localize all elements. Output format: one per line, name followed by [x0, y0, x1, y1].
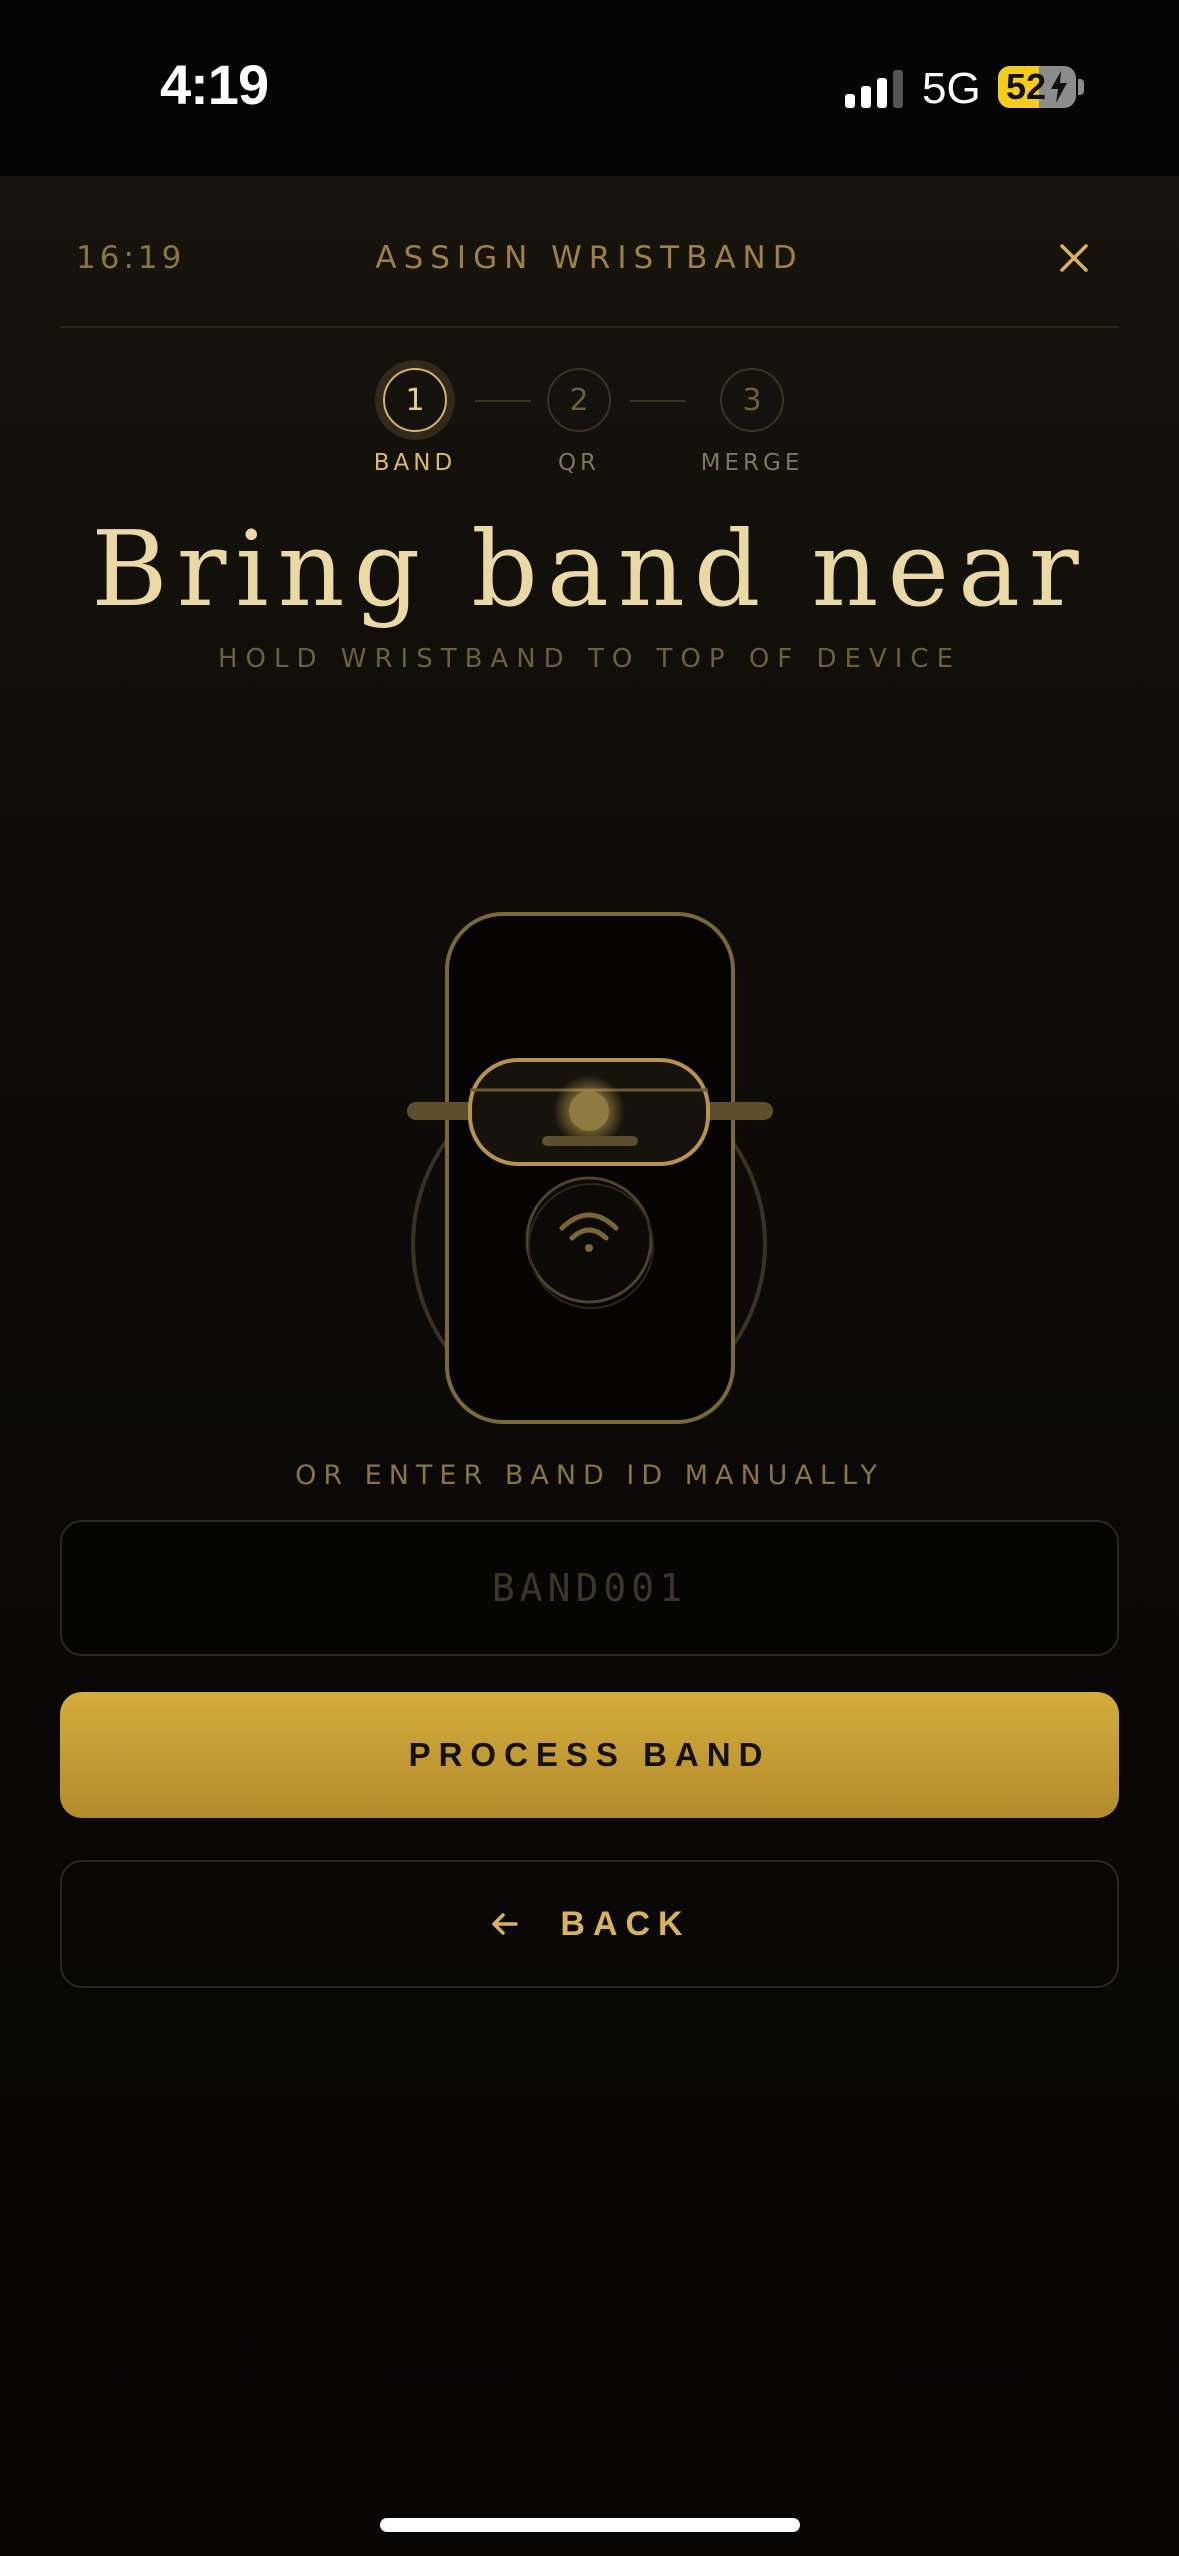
headline: Bring band near	[91, 508, 1088, 630]
arrow-left-icon	[492, 1913, 519, 1935]
battery-icon: 52	[998, 66, 1076, 108]
page-title: ASSIGN WRISTBAND	[375, 240, 804, 276]
back-label: BACK	[560, 1904, 691, 1943]
header-divider	[60, 326, 1119, 328]
manual-entry-label: OR ENTER BAND ID MANUALLY	[295, 1460, 884, 1491]
step-1-label: BAND	[373, 450, 457, 476]
band-id-input[interactable]	[60, 1520, 1119, 1656]
charging-bolt-icon	[1051, 71, 1067, 103]
step-connector	[475, 400, 531, 402]
step-3-label: MERGE	[700, 450, 804, 476]
close-icon[interactable]	[1052, 236, 1096, 280]
battery-tip	[1078, 79, 1084, 95]
assign-wristband-screen: 16:19 ASSIGN WRISTBAND 1 2 3 BAND QR MER…	[0, 176, 1179, 2556]
battery-percent: 52	[1006, 66, 1047, 107]
status-bar: 4:19 5G 52	[0, 0, 1179, 176]
back-button[interactable]: BACK	[60, 1860, 1119, 1988]
step-connector	[630, 400, 686, 402]
step-indicator: 1 2 3 BAND QR MERGE	[0, 368, 1179, 478]
step-1-circle: 1	[383, 368, 447, 432]
step-3-circle: 3	[720, 368, 784, 432]
process-band-label: PROCESS BAND	[408, 1736, 771, 1773]
process-band-button[interactable]: PROCESS BAND	[60, 1692, 1119, 1818]
network-type: 5G	[922, 64, 981, 113]
step-2-label: QR	[557, 450, 601, 476]
nfc-phone-wristband-icon	[407, 912, 773, 1424]
home-indicator[interactable]	[380, 2518, 800, 2532]
step-2-circle: 2	[547, 368, 611, 432]
signal-strength-icon	[845, 68, 905, 108]
instruction-subtitle: HOLD WRISTBAND TO TOP OF DEVICE	[217, 644, 962, 674]
status-time: 4:19	[160, 53, 269, 116]
